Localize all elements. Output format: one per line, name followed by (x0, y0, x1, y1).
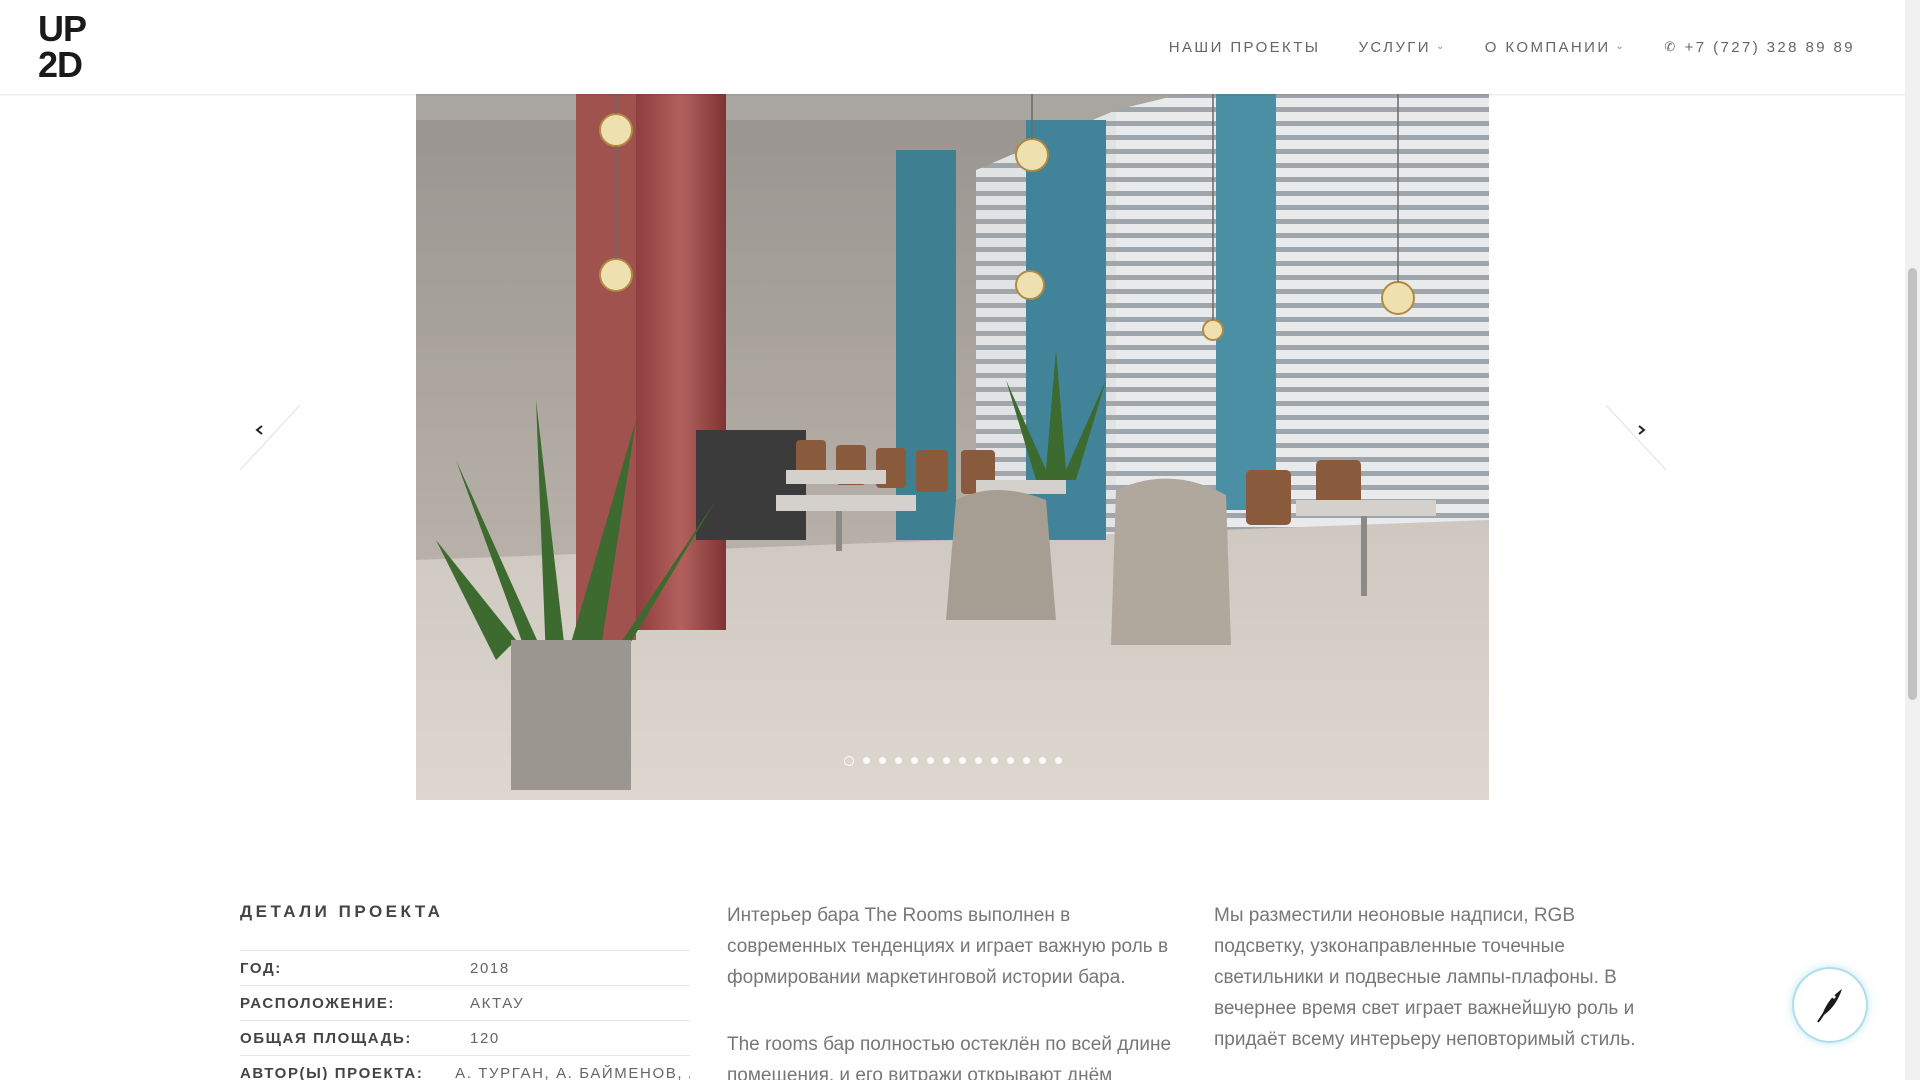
detail-key: ОБЩАЯ ПЛОЩАДЬ: (240, 1029, 413, 1047)
slider-pagination (416, 755, 1489, 766)
slider-dot[interactable] (974, 757, 982, 764)
slider-dot[interactable] (1006, 757, 1014, 764)
description-paragraph: The rooms бар полностью остеклён по всей… (727, 1034, 1172, 1080)
nav-item-about[interactable]: О КОМПАНИИ ⌄ (1485, 39, 1627, 56)
slider-dot[interactable] (862, 757, 870, 764)
chevron-down-icon: ⌄ (1436, 40, 1447, 52)
detail-value: 2018 (470, 959, 510, 977)
nav-item-label: НАШИ ПРОЕКТЫ (1168, 38, 1321, 56)
slider-dot[interactable] (894, 757, 902, 764)
detail-row-authors: АВТОР(Ы) ПРОЕКТА: А. ТУРГАН, А. БАЙМЕНОВ… (240, 1055, 690, 1080)
slider-dot[interactable] (1038, 757, 1046, 764)
detail-value: А. ТУРГАН, А. БАЙМЕНОВ, А. (455, 1064, 690, 1080)
slider-dot[interactable] (1054, 757, 1062, 764)
main-nav: НАШИ ПРОЕКТЫ УСЛУГИ ⌄ О КОМПАНИИ ⌄ ✆ +7 … (1131, 0, 1855, 94)
detail-value: 120 (470, 1029, 500, 1047)
floating-widget-button[interactable] (1794, 969, 1866, 1041)
project-image-slider[interactable] (416, 0, 1489, 800)
chevron-left-icon[interactable] (240, 390, 310, 470)
page-scrollbar[interactable] (1905, 0, 1920, 1080)
detail-value: АКТАУ (470, 994, 525, 1012)
nav-item-services[interactable]: УСЛУГИ ⌄ (1358, 39, 1446, 56)
detail-row-area: ОБЩАЯ ПЛОЩАДЬ: 120 (240, 1020, 690, 1055)
restaurant-interior-photo (416, 0, 1489, 800)
detail-key: ГОД: (240, 959, 282, 977)
slider-dot[interactable] (1022, 757, 1030, 764)
slider-dot[interactable] (926, 757, 934, 764)
detail-row-location: РАСПОЛОЖЕНИЕ: АКТАУ (240, 985, 690, 1020)
description-column-2: Мы разместили неоновые надписи, RGB подс… (1214, 900, 1664, 1080)
details-title: ДЕТАЛИ ПРОЕКТА (240, 902, 444, 921)
chevron-down-icon: ⌄ (1615, 40, 1627, 52)
nav-item-projects[interactable]: НАШИ ПРОЕКТЫ (1169, 39, 1321, 56)
logo-bottom: 2D (38, 44, 83, 85)
logo[interactable]: UP 2D (38, 8, 100, 85)
detail-row-year: ГОД: 2018 (240, 950, 690, 985)
slider-dot[interactable] (990, 757, 998, 764)
chevron-right-icon[interactable] (1596, 390, 1666, 470)
scrollbar-thumb[interactable] (1908, 268, 1917, 700)
quill-pen-icon (1817, 989, 1842, 1023)
slider-dot[interactable] (910, 757, 918, 764)
phone-number: +7 (727) 328 89 89 (1684, 38, 1855, 56)
logo-top: UP (38, 8, 87, 49)
slider-dot[interactable] (958, 757, 966, 764)
description-column-1: Интерьер бара The Rooms выполнен в совре… (727, 900, 1177, 1080)
nav-phone-link[interactable]: ✆ +7 (727) 328 89 89 (1664, 39, 1855, 56)
detail-key: АВТОР(Ы) ПРОЕКТА: (240, 1064, 424, 1080)
description-paragraph: Мы разместили неоновые надписи, RGB подс… (1214, 905, 1636, 1050)
detail-key: РАСПОЛОЖЕНИЕ: (240, 994, 396, 1012)
slider-dot[interactable] (878, 757, 886, 764)
description-paragraph: Интерьер бара The Rooms выполнен в совре… (727, 905, 1169, 988)
slider-dot[interactable] (843, 755, 854, 766)
nav-item-label: УСЛУГИ (1358, 38, 1431, 56)
slider-dot[interactable] (942, 757, 950, 764)
details-table: ГОД: 2018 РАСПОЛОЖЕНИЕ: АКТАУ ОБЩАЯ ПЛОЩ… (240, 950, 690, 1080)
site-header: UP 2D НАШИ ПРОЕКТЫ УСЛУГИ ⌄ О КОМПАНИИ ⌄… (0, 0, 1905, 94)
phone-icon: ✆ (1664, 39, 1678, 54)
nav-item-label: О КОМПАНИИ (1484, 38, 1611, 56)
